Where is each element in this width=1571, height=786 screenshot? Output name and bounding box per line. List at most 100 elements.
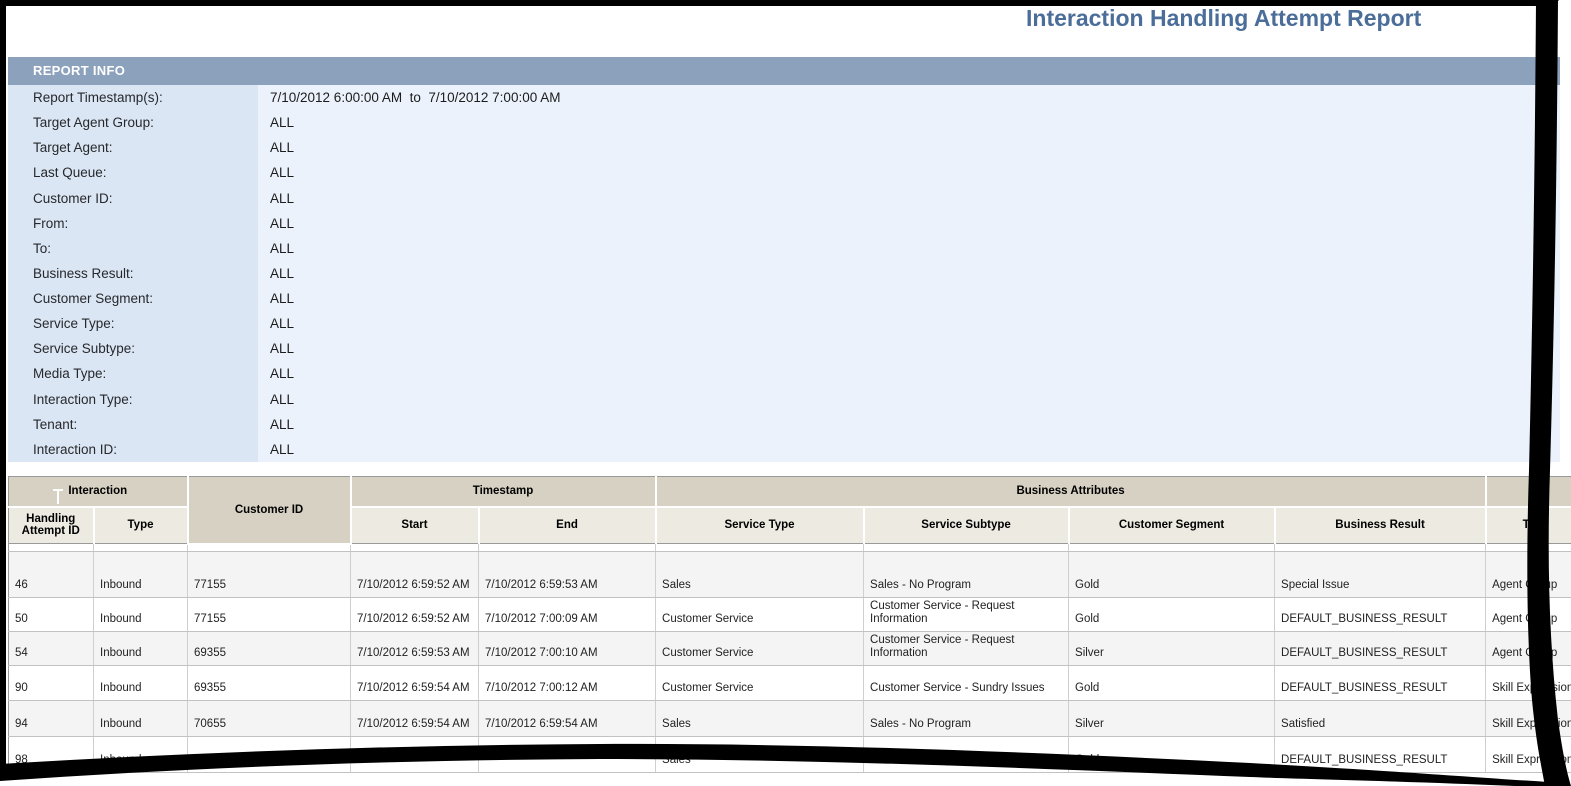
group-header-timestamp[interactable]: Timestamp: [351, 477, 656, 507]
report-info-row: Service Type:ALL: [8, 311, 1560, 336]
table-cell: 69355: [188, 632, 351, 666]
column-header-resource-type[interactable]: Type: [1486, 507, 1571, 544]
table-cell: 7/10/2012 6:59:54 AM: [479, 701, 656, 737]
spacer-cell: [188, 544, 351, 552]
report-info-value: 7/10/2012 6:00:00 AM to 7/10/2012 7:00:0…: [258, 85, 1560, 110]
column-header-start[interactable]: Start: [351, 507, 479, 544]
column-header-customer-segment[interactable]: Customer Segment: [1069, 507, 1275, 544]
table-cell: Customer Service - Sundry Issues: [864, 666, 1069, 701]
column-header-service-subtype[interactable]: Service Subtype: [864, 507, 1069, 544]
table-cell: DEFAULT_BUSINESS_RESULT: [1275, 632, 1486, 666]
report-info-label: To:: [8, 236, 258, 261]
report-info-header: REPORT INFO: [8, 57, 1560, 85]
table-cell: 77155: [188, 598, 351, 632]
report-info-value: ALL: [258, 186, 1560, 211]
table-cell: Sales - No Program: [864, 552, 1069, 598]
spacer-cell: [94, 544, 188, 552]
report-info-value: ALL: [258, 336, 1560, 361]
table-cell: Silver: [1069, 632, 1275, 666]
table-cell: Silver: [1069, 701, 1275, 737]
report-info-value: ALL: [258, 361, 1560, 386]
table-cell: Sales: [656, 737, 864, 773]
table-cell: Satisfied: [1275, 701, 1486, 737]
group-header-business-attributes[interactable]: Business Attributes: [656, 477, 1486, 507]
group-header-resource[interactable]: [1486, 477, 1571, 507]
report-info-row: Interaction ID:ALL: [8, 437, 1560, 462]
table-row: 46Inbound771557/10/2012 6:59:52 AM7/10/2…: [9, 552, 1571, 598]
table-cell: Skill Expression: [1486, 737, 1571, 773]
column-header-business-result[interactable]: Business Result: [1275, 507, 1486, 544]
report-info-value: ALL: [258, 211, 1560, 236]
report-info-row: Target Agent Group:ALL: [8, 110, 1560, 135]
report-page: Interaction Handling Attempt Report REPO…: [0, 0, 1571, 786]
spacer-cell: [9, 544, 94, 552]
table-cell: 77155: [188, 552, 351, 598]
table-cell: Agent Group: [1486, 598, 1571, 632]
report-info-label: Media Type:: [8, 361, 258, 386]
table-cell: Inbound: [94, 737, 188, 773]
group-header-interaction[interactable]: Interaction: [9, 477, 188, 507]
table-cell: Skill Expression: [1486, 701, 1571, 737]
report-info-label: From:: [8, 211, 258, 236]
report-info-row: Customer Segment:ALL: [8, 286, 1560, 311]
table-cell: Agent Group: [1486, 552, 1571, 598]
report-info-label: Last Queue:: [8, 160, 258, 185]
table-row: 90Inbound693557/10/2012 6:59:54 AM7/10/2…: [9, 666, 1571, 701]
report-info-label: Report Timestamp(s):: [8, 85, 258, 110]
report-info-value: ALL: [258, 311, 1560, 336]
spacer-cell: [351, 544, 479, 552]
report-info-row: Media Type:ALL: [8, 361, 1560, 386]
column-header-type[interactable]: Type: [94, 507, 188, 544]
table-cell: [351, 737, 479, 773]
table-cell: Customer Service: [656, 598, 864, 632]
table-cell: Customer Service - Request Information: [864, 598, 1069, 632]
table-row: 50Inbound771557/10/2012 6:59:52 AM7/10/2…: [9, 598, 1571, 632]
table-cell: DEFAULT_BUSINESS_RESULT: [1275, 737, 1486, 773]
table-cell: Customer Service - Request Information: [864, 632, 1069, 666]
column-header-service-type[interactable]: Service Type: [656, 507, 864, 544]
table-cell: 7/10/2012 6:59:54 AM: [351, 666, 479, 701]
table-cell: Sales: [656, 552, 864, 598]
table-cell: Sales - No Program: [864, 737, 1069, 773]
report-info-row: Last Queue:ALL: [8, 160, 1560, 185]
report-info-row: Target Agent:ALL: [8, 135, 1560, 160]
report-info-label: Customer Segment:: [8, 286, 258, 311]
table-cell: Inbound: [94, 552, 188, 598]
report-info-label: Tenant:: [8, 412, 258, 437]
report-info-value: ALL: [258, 437, 1560, 462]
table-cell: Skill Expression: [1486, 666, 1571, 701]
table-cell: Gold: [1069, 666, 1275, 701]
column-header-handling-attempt-id[interactable]: Handling Attempt ID: [9, 507, 94, 544]
table-cell: 7/10/2012 7:00:12 AM: [479, 666, 656, 701]
table-cell: 7/10/2012 6:59:52 AM: [351, 552, 479, 598]
spacer-cell: [1486, 544, 1571, 552]
page-title: Interaction Handling Attempt Report: [1026, 5, 1421, 32]
column-header-end[interactable]: End: [479, 507, 656, 544]
table-cell: Gold: [1069, 737, 1275, 773]
report-info-label: Target Agent:: [8, 135, 258, 160]
table-cell: 98: [9, 737, 94, 773]
report-info-value: ALL: [258, 387, 1560, 412]
table-cell: DEFAULT_BUSINESS_RESULT: [1275, 666, 1486, 701]
report-info-row: Business Result:ALL: [8, 261, 1560, 286]
table-cell: 7/10/2012 6:59:53 AM: [351, 632, 479, 666]
report-info-label: Customer ID:: [8, 186, 258, 211]
table-cell: 7/10/2012 7:00:10 AM: [479, 632, 656, 666]
table-spacer-row: [9, 544, 1571, 552]
table-cell: 46: [9, 552, 94, 598]
table-cell: [479, 737, 656, 773]
report-info-row: To:ALL: [8, 236, 1560, 261]
table-cell: 50: [9, 598, 94, 632]
table-cell: 7/10/2012 6:59:52 AM: [351, 598, 479, 632]
table-cell: Inbound: [94, 598, 188, 632]
report-info-row: Tenant:ALL: [8, 412, 1560, 437]
table-cell: 7/10/2012 7:00:09 AM: [479, 598, 656, 632]
spacer-cell: [1069, 544, 1275, 552]
table-cell: Sales - No Program: [864, 701, 1069, 737]
report-info-value: ALL: [258, 236, 1560, 261]
spacer-cell: [864, 544, 1069, 552]
table-cell: Customer Service: [656, 666, 864, 701]
column-header-customer-id[interactable]: Customer ID: [188, 477, 351, 544]
table-cell: Gold: [1069, 598, 1275, 632]
table-cell: 94: [9, 701, 94, 737]
